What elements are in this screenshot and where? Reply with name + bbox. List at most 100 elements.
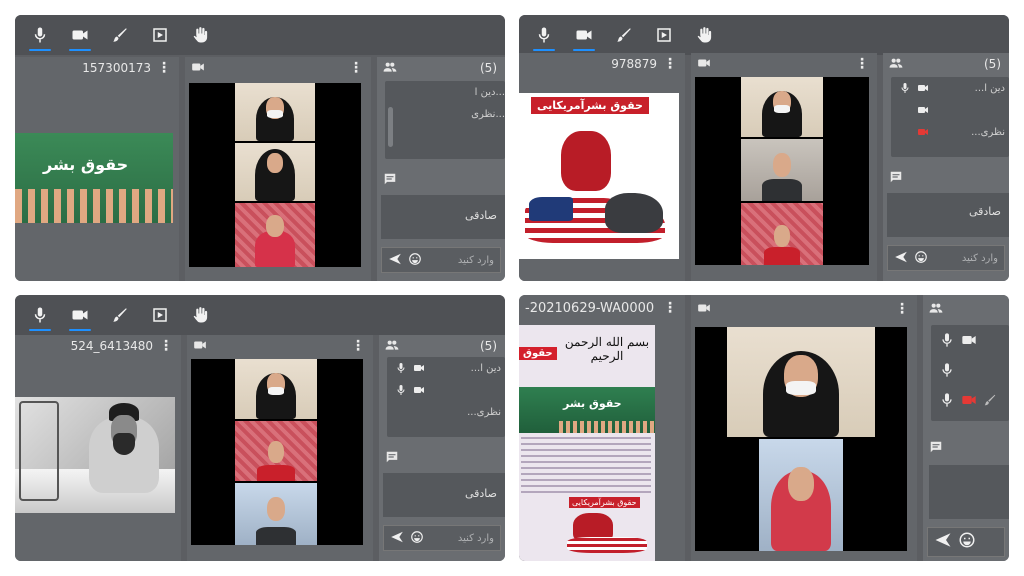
video-tile[interactable] xyxy=(741,139,823,201)
share-media-button[interactable] xyxy=(653,23,675,47)
video-column: ⋮ xyxy=(185,57,371,281)
annotate-button[interactable] xyxy=(109,23,131,47)
presentation-slide: حقوق بشرآمریکایی xyxy=(519,93,679,259)
kebab-menu-icon[interactable]: ⋮ xyxy=(855,57,869,71)
kebab-menu-icon[interactable]: ⋮ xyxy=(895,302,909,316)
play-icon xyxy=(657,28,671,42)
send-icon[interactable] xyxy=(390,529,404,548)
mic-icon xyxy=(34,27,46,43)
user-name: ...نظری xyxy=(467,406,501,418)
user-row[interactable]: ...نظری xyxy=(891,121,1009,143)
kebab-menu-icon[interactable]: ⋮ xyxy=(351,339,365,353)
user-row[interactable]: ...دین ا xyxy=(891,77,1009,99)
emoji-icon[interactable] xyxy=(958,531,976,553)
chat-input[interactable]: وارد کنید xyxy=(383,525,501,551)
sidebar xyxy=(923,295,1009,561)
meeting-panel-3: 524_6413480 ⋮ ⋮ (5) ...دین ا ...نظری صاد… xyxy=(15,295,505,561)
users-icon xyxy=(385,338,399,355)
video-tile[interactable] xyxy=(235,359,317,419)
video-tile[interactable] xyxy=(235,143,315,201)
chat-icon xyxy=(383,172,397,189)
slide-caption: حقوق بشر xyxy=(563,397,622,410)
chat-placeholder: وارد کنید xyxy=(961,252,998,264)
slide-tag: حقوق xyxy=(519,347,557,360)
kebab-menu-icon[interactable]: ⋮ xyxy=(157,61,171,75)
users-icon xyxy=(889,56,903,73)
chat-input[interactable]: وارد کنید xyxy=(381,247,501,273)
mic-button[interactable] xyxy=(533,23,555,51)
presentation-title: 524_6413480 xyxy=(70,339,153,353)
share-media-button[interactable] xyxy=(149,303,171,327)
sidebar: (5) ...دین ا ...نظری صادقی وارد کنید xyxy=(377,57,505,281)
video-icon xyxy=(191,60,205,77)
video-icon xyxy=(961,332,977,348)
user-row[interactable]: ...دین ا xyxy=(387,357,505,379)
video-column: ⋮ xyxy=(691,295,917,561)
annotate-button[interactable] xyxy=(613,23,635,47)
emoji-icon[interactable] xyxy=(914,249,928,268)
mic-button[interactable] xyxy=(29,23,51,51)
video-tile[interactable] xyxy=(741,77,823,137)
video-icon xyxy=(72,310,88,320)
kebab-menu-icon[interactable]: ⋮ xyxy=(159,339,173,353)
user-row[interactable]: ...نظری xyxy=(385,103,505,125)
chat-message: صادقی xyxy=(464,487,497,500)
kebab-menu-icon[interactable]: ⋮ xyxy=(663,57,677,71)
chat-placeholder: وارد کنید xyxy=(457,532,494,544)
user-row[interactable] xyxy=(931,355,1009,385)
presentation-title: -20210629-WA0000 xyxy=(525,300,655,316)
user-row[interactable] xyxy=(387,379,505,401)
video-tile[interactable] xyxy=(759,439,843,551)
mic-icon xyxy=(939,332,955,348)
send-icon[interactable] xyxy=(388,251,402,270)
kebab-menu-icon[interactable]: ⋮ xyxy=(349,61,363,75)
video-icon xyxy=(917,104,929,116)
send-icon[interactable] xyxy=(894,249,908,268)
meeting-panel-4: -20210629-WA0000 ⋮ بسم الله الرحمن الرحی… xyxy=(519,295,1009,561)
camera-button[interactable] xyxy=(69,303,91,331)
video-tile[interactable] xyxy=(235,483,317,545)
brush-icon xyxy=(983,393,997,407)
annotate-button[interactable] xyxy=(109,303,131,327)
user-row[interactable]: ...دین ا xyxy=(385,81,505,103)
user-row[interactable]: ...نظری xyxy=(387,401,505,423)
mic-icon xyxy=(939,392,955,408)
emoji-icon[interactable] xyxy=(410,529,424,548)
raise-hand-button[interactable] xyxy=(189,303,211,327)
user-row[interactable] xyxy=(931,385,1009,415)
user-row[interactable] xyxy=(931,325,1009,355)
chat-input[interactable]: وارد کنید xyxy=(887,245,1005,271)
emoji-icon[interactable] xyxy=(408,251,422,270)
share-media-button[interactable] xyxy=(149,23,171,47)
mic-button[interactable] xyxy=(29,303,51,331)
mic-icon xyxy=(899,82,911,94)
video-tile[interactable] xyxy=(727,327,875,437)
video-tile[interactable] xyxy=(235,83,315,141)
video-icon xyxy=(697,301,711,318)
chat-icon xyxy=(889,170,903,187)
brush-icon xyxy=(113,308,127,322)
hand-icon xyxy=(193,307,208,323)
user-row[interactable] xyxy=(891,99,1009,121)
chat-input[interactable] xyxy=(927,527,1005,557)
sidebar: (5) ...دین ا ...نظری صادقی وارد کنید xyxy=(883,53,1009,281)
slide-caption: حقوق بشرآمریکایی xyxy=(531,97,649,114)
video-tile[interactable] xyxy=(741,203,823,265)
video-tile[interactable] xyxy=(235,421,317,481)
send-icon[interactable] xyxy=(934,531,952,553)
video-icon xyxy=(576,30,592,40)
raise-hand-button[interactable] xyxy=(189,23,211,47)
camera-button[interactable] xyxy=(573,23,595,51)
video-icon xyxy=(193,338,207,355)
presentation-column: 978879 ⋮ حقوق بشرآمریکایی xyxy=(519,53,685,281)
video-column: ⋮ xyxy=(691,53,877,281)
chat-log: صادقی xyxy=(887,193,1009,237)
user-list xyxy=(931,325,1009,421)
video-tile[interactable] xyxy=(235,203,315,267)
scrollbar[interactable] xyxy=(388,107,393,147)
brush-icon xyxy=(617,28,631,42)
raise-hand-button[interactable] xyxy=(693,23,715,47)
kebab-menu-icon[interactable]: ⋮ xyxy=(663,301,677,315)
camera-button[interactable] xyxy=(69,23,91,51)
video-grid xyxy=(189,83,361,267)
